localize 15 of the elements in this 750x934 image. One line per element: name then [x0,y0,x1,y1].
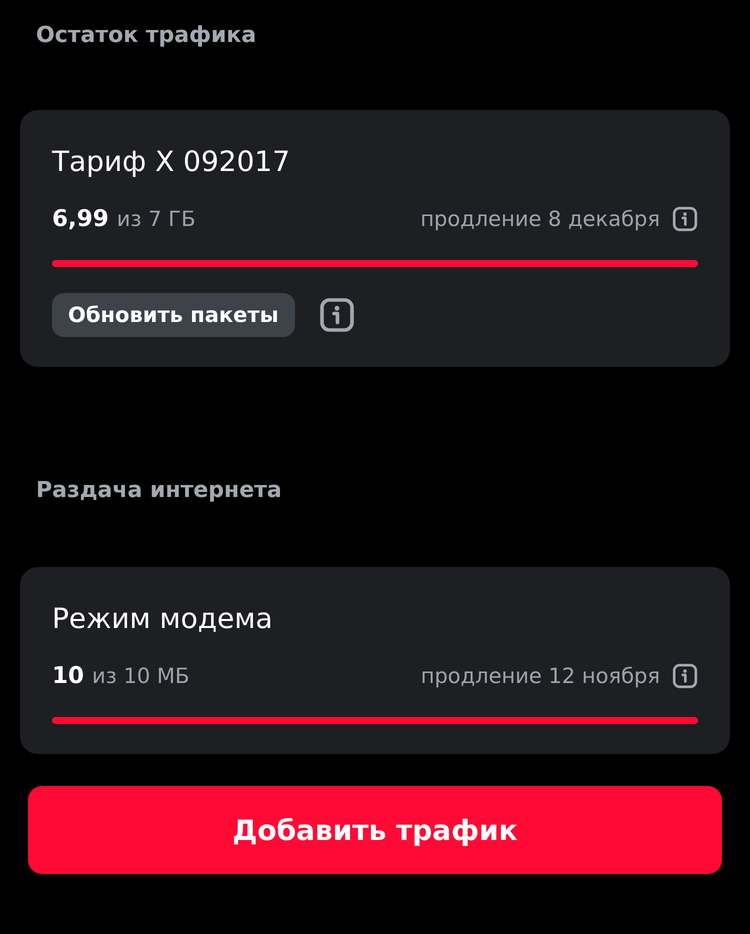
total-amount: из 7 ГБ [116,207,196,231]
tariff-name: Режим модема [52,601,274,637]
info-icon[interactable] [318,297,355,333]
section-title: Раздача интернета [35,477,283,505]
renewal-date: продление 12 ноября [420,664,660,688]
renewal-date: продление 8 декабря [420,207,660,231]
info-icon[interactable] [672,663,698,689]
info-icon[interactable] [672,206,698,232]
total-amount: из 10 МБ [92,664,190,688]
tariff-name: Тариф X 092017 [52,144,292,180]
used-amount: 10 [52,663,84,689]
used-amount: 6,99 [52,206,109,232]
section-title: Остаток трафика [35,22,258,50]
update-packages-button[interactable]: Обновить пакеты [52,293,295,337]
add-traffic-button[interactable]: Добавить трафик [28,786,722,874]
